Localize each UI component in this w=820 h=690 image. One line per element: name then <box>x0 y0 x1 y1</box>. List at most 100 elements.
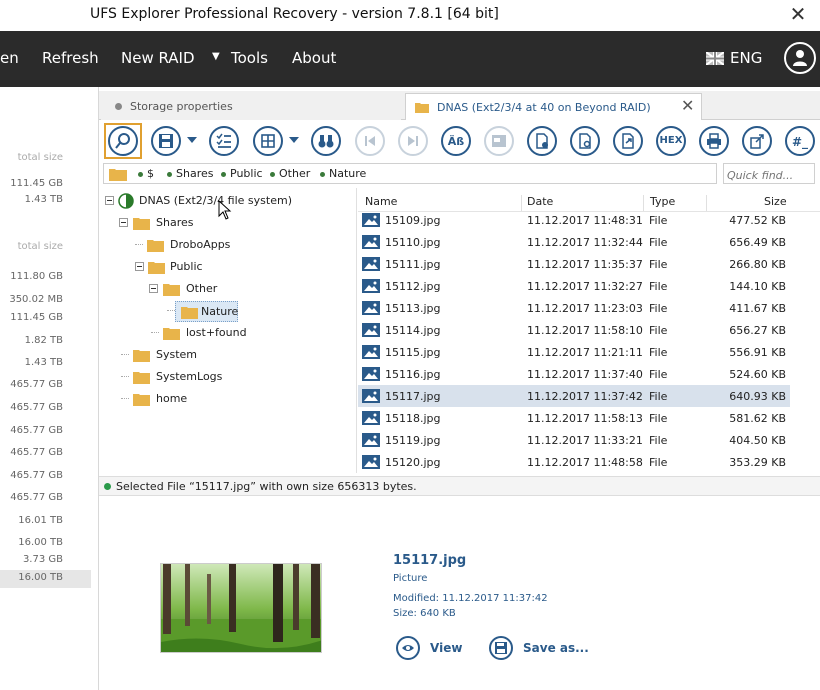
uk-flag-icon[interactable] <box>706 52 724 65</box>
breadcrumb-item[interactable]: Shares <box>176 167 213 180</box>
size-value[interactable]: 1.82 TB <box>25 335 63 346</box>
new-raid-dropdown-icon[interactable]: ▼ <box>212 51 220 62</box>
folder-icon <box>133 372 150 384</box>
tab-label: DNAS (Ext2/3/4 at 40 on Beyond RAID) <box>437 101 651 114</box>
search-button[interactable] <box>104 123 142 159</box>
size-value[interactable]: 16.01 TB <box>18 515 63 526</box>
size-value[interactable]: 465.77 GB <box>10 402 63 413</box>
tree-connector <box>135 244 143 245</box>
find-button[interactable] <box>311 126 341 156</box>
folder-icon <box>415 103 429 113</box>
column-header-type[interactable]: Type <box>650 195 675 208</box>
size-value[interactable]: 3.73 GB <box>23 554 63 565</box>
size-value[interactable]: 111.80 GB <box>10 271 63 282</box>
size-value[interactable]: 350.02 MB <box>9 294 63 305</box>
breadcrumb-item[interactable]: Other <box>279 167 310 180</box>
collapse-icon[interactable] <box>105 196 114 205</box>
table-row[interactable]: 15120.jpg 11.12.2017 11:48:58 File 353.29 K… <box>358 451 790 473</box>
size-value-selected[interactable]: 16.00 TB <box>18 572 63 583</box>
text-encoding-button[interactable]: Äß <box>441 126 471 156</box>
table-row[interactable]: 15109.jpg 11.12.2017 11:48:31 File 477.52 K… <box>358 209 790 231</box>
table-row[interactable]: 15110.jpg 11.12.2017 11:32:44 File 656.49 K… <box>358 231 790 253</box>
breadcrumb: $ Shares Public Other Nature <box>103 163 717 184</box>
view-mode-button[interactable] <box>253 126 283 156</box>
table-row[interactable]: 15115.jpg 11.12.2017 11:21:11 File 556.91 K… <box>358 341 790 363</box>
language-selector[interactable]: ENG <box>730 49 762 67</box>
table-row[interactable]: 15117.jpg 11.12.2017 11:37:42 File 640.93 K… <box>358 385 790 407</box>
user-account-icon[interactable] <box>784 42 816 74</box>
cell-date: 11.12.2017 11:35:37 <box>527 258 643 271</box>
size-value[interactable]: 465.77 GB <box>10 470 63 481</box>
menu-open[interactable]: en <box>0 49 19 67</box>
breadcrumb-item[interactable]: Nature <box>329 167 366 180</box>
tab-dnas[interactable]: DNAS (Ext2/3/4 at 40 on Beyond RAID) ✕ <box>405 93 702 120</box>
window-close-button[interactable]: ✕ <box>786 2 810 26</box>
cell-name: 15113.jpg <box>385 302 441 315</box>
file-properties-button[interactable] <box>527 126 557 156</box>
save-button[interactable] <box>151 126 181 156</box>
folder-icon[interactable] <box>109 167 127 181</box>
cell-date: 11.12.2017 11:32:44 <box>527 236 643 249</box>
table-row[interactable]: 15119.jpg 11.12.2017 11:33:21 File 404.50 K… <box>358 429 790 451</box>
collapse-icon[interactable] <box>135 262 144 271</box>
table-row[interactable]: 15113.jpg 11.12.2017 11:23:03 File 411.67 K… <box>358 297 790 319</box>
cell-name: 15118.jpg <box>385 412 441 425</box>
folder-icon <box>147 240 164 252</box>
hash-button[interactable]: #_ <box>785 126 815 156</box>
size-value[interactable]: 465.77 GB <box>10 447 63 458</box>
breadcrumb-item[interactable]: $ <box>147 167 154 180</box>
menu-new-raid[interactable]: New RAID <box>121 49 195 67</box>
hex-view-button[interactable]: HEX <box>656 126 686 156</box>
size-value[interactable]: 465.77 GB <box>10 492 63 503</box>
document-arrow-icon <box>622 133 634 149</box>
size-value[interactable]: 111.45 GB <box>10 312 63 323</box>
tree-connector <box>121 376 129 377</box>
preview-file-name: 15117.jpg <box>393 553 467 568</box>
next-button[interactable] <box>398 126 428 156</box>
table-row[interactable]: 15116.jpg 11.12.2017 11:37:40 File 524.60 K… <box>358 363 790 385</box>
collapse-icon[interactable] <box>149 284 158 293</box>
tree-node-nature[interactable]: Nature <box>175 301 238 322</box>
select-files-button[interactable] <box>209 126 239 156</box>
column-header-size[interactable]: Size <box>764 195 787 208</box>
image-thumbnail[interactable] <box>160 563 322 653</box>
open-file-button[interactable] <box>613 126 643 156</box>
size-value[interactable]: 16.00 TB <box>18 537 63 548</box>
collapse-icon[interactable] <box>119 218 128 227</box>
size-value[interactable]: 111.45 GB <box>10 178 63 189</box>
preview-toggle-button[interactable] <box>484 126 514 156</box>
table-row[interactable]: 15118.jpg 11.12.2017 11:58:13 File 581.62 K… <box>358 407 790 429</box>
tree-node-label: DNAS (Ext2/3/4 file system) <box>139 194 292 207</box>
cell-name: 15119.jpg <box>385 434 441 447</box>
quick-find-input[interactable] <box>723 163 815 184</box>
file-settings-button[interactable] <box>570 126 600 156</box>
tab-close-icon[interactable]: ✕ <box>681 96 694 115</box>
folder-icon <box>133 218 150 230</box>
status-ok-icon <box>104 483 111 490</box>
size-value[interactable]: 465.77 GB <box>10 379 63 390</box>
cell-date: 11.12.2017 11:37:40 <box>527 368 643 381</box>
tab-storage-properties[interactable]: Storage properties <box>101 93 401 120</box>
view-dropdown-icon[interactable] <box>289 137 299 143</box>
size-value[interactable]: 465.77 GB <box>10 425 63 436</box>
save-dropdown-icon[interactable] <box>187 137 197 143</box>
export-button[interactable] <box>742 126 772 156</box>
table-row[interactable]: 15111.jpg 11.12.2017 11:35:37 File 266.80 K… <box>358 253 790 275</box>
menu-refresh[interactable]: Refresh <box>42 49 99 67</box>
breadcrumb-item[interactable]: Public <box>230 167 263 180</box>
previous-button[interactable] <box>355 126 385 156</box>
forest-image <box>161 564 321 652</box>
file-list-scrollbar[interactable] <box>792 212 820 473</box>
size-value[interactable]: 1.43 TB <box>25 357 63 368</box>
table-row[interactable]: 15112.jpg 11.12.2017 11:32:27 File 144.10 K… <box>358 275 790 297</box>
print-button[interactable] <box>699 126 729 156</box>
menu-tools[interactable]: Tools <box>231 49 268 67</box>
column-header-name[interactable]: Name <box>365 195 397 208</box>
menu-about[interactable]: About <box>292 49 336 67</box>
size-value[interactable]: 1.43 TB <box>25 194 63 205</box>
column-header-date[interactable]: Date <box>527 195 553 208</box>
table-row[interactable]: 15114.jpg 11.12.2017 11:58:10 File 656.27 K… <box>358 319 790 341</box>
cell-size: 640.93 KB <box>729 390 786 403</box>
mouse-cursor-icon <box>218 200 232 220</box>
cell-size: 556.91 KB <box>729 346 786 359</box>
